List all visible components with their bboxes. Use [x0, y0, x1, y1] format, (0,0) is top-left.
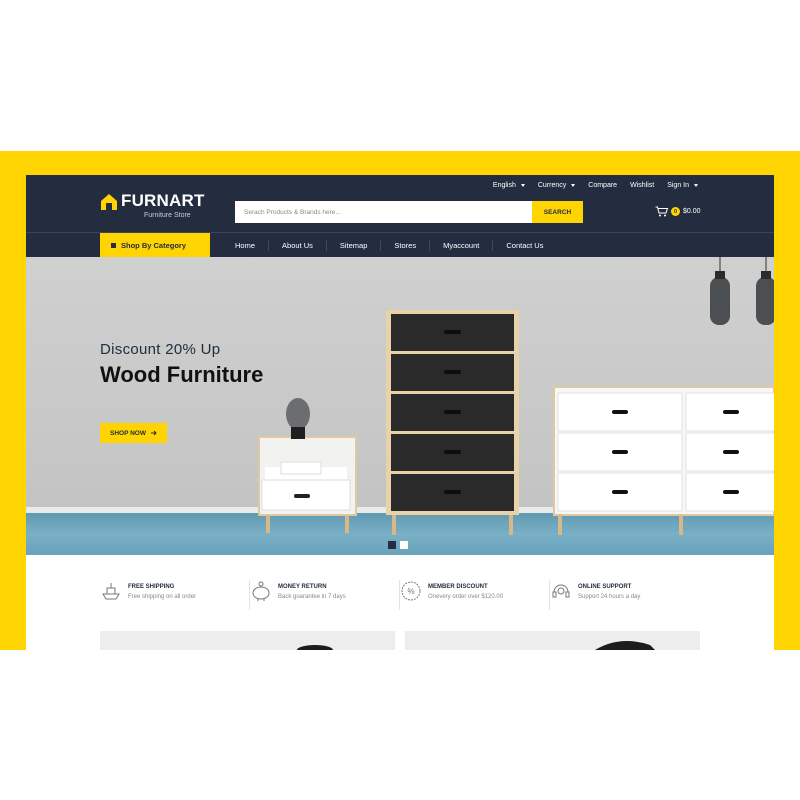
language-label: English: [492, 182, 516, 189]
feature-desc: Free shipping on all order: [128, 594, 197, 600]
search-bar: SEARCH: [235, 201, 583, 223]
cart-total: $0.00: [683, 208, 701, 215]
sign-in-label: Sign In: [667, 182, 689, 189]
search-button[interactable]: SEARCH: [532, 201, 583, 223]
logo[interactable]: FURNART: [100, 192, 205, 211]
feature-desc: Onevery order over $120.00: [428, 594, 504, 600]
hero-title: Wood Furniture: [100, 362, 264, 387]
shop-now-button[interactable]: SHOP NOW: [100, 423, 167, 443]
brand-tagline: Furniture Store: [144, 212, 191, 219]
chevron-down-icon: [694, 184, 698, 187]
features-bar: FREE SHIPPING Free shipping on all order…: [100, 580, 700, 610]
feature-title: FREE SHIPPING: [128, 584, 175, 590]
slider-dot-1[interactable]: [388, 541, 396, 549]
slider-dot-2[interactable]: [400, 541, 408, 549]
arrow-right-icon: [151, 430, 157, 436]
hero-subtitle: Discount 20% Up: [100, 341, 221, 358]
ship-icon: [102, 583, 120, 600]
promo-banner-left[interactable]: [100, 631, 395, 650]
cart-button[interactable]: 0 $0.00: [655, 206, 701, 217]
nav-item-home[interactable]: Home: [222, 240, 270, 251]
feature-title: MONEY RETURN: [278, 584, 327, 590]
nav-item-stores[interactable]: Stores: [381, 240, 431, 251]
hero-furniture-image: [258, 257, 774, 535]
feature-desc: Back guarantee in 7 days: [278, 594, 346, 600]
category-label: Shop By Category: [121, 241, 187, 250]
stool-image: [297, 645, 333, 650]
feature-free-shipping: FREE SHIPPING Free shipping on all order: [100, 580, 250, 610]
header: FURNART Furniture Store English Currency…: [26, 175, 774, 232]
house-logo-icon: [101, 194, 117, 210]
wishlist-link[interactable]: Wishlist: [630, 182, 654, 189]
site-preview: FURNART Furniture Store English Currency…: [26, 175, 774, 650]
compare-label: Compare: [588, 182, 618, 189]
feature-title: MEMBER DISCOUNT: [428, 584, 488, 590]
nav-item-sitemap[interactable]: Sitemap: [327, 240, 382, 251]
shopping-cart-icon: [655, 206, 668, 217]
language-selector[interactable]: English: [493, 182, 525, 189]
top-links: English Currency Compare Wishlist Sign I…: [493, 182, 698, 189]
sign-in-menu[interactable]: Sign In: [667, 182, 698, 189]
main-nav: Shop By Category Home About Us Sitemap S…: [26, 232, 774, 258]
feature-member-discount: % MEMBER DISCOUNT Onevery order over $12…: [400, 580, 550, 610]
feature-money-return: MONEY RETURN Back guarantee in 7 days: [250, 580, 400, 610]
slider-dots: [388, 541, 408, 549]
wishlist-label: Wishlist: [630, 182, 655, 189]
search-input[interactable]: [235, 201, 532, 223]
currency-selector[interactable]: Currency: [537, 182, 576, 189]
nav-item-contact-us[interactable]: Contact Us: [493, 240, 556, 251]
cart-count-badge: 0: [671, 207, 680, 216]
feature-desc: Support 24 hours a day: [578, 594, 641, 600]
menu-square-icon: [111, 243, 116, 248]
nav-item-about-us[interactable]: About Us: [269, 240, 327, 251]
chevron-down-icon: [571, 184, 576, 187]
nav-item-myaccount[interactable]: Myaccount: [430, 240, 494, 251]
headset-icon: [552, 584, 570, 598]
chevron-down-icon: [520, 184, 525, 187]
nav-items: Home About Us Sitemap Stores Myaccount C…: [222, 233, 556, 258]
feature-online-support: ONLINE SUPPORT Support 24 hours a day: [550, 580, 700, 610]
compare-link[interactable]: Compare: [588, 182, 617, 189]
hero-banner: Discount 20% Up Wood Furniture SHOP NOW: [26, 257, 774, 555]
brand-name: FURNART: [121, 191, 205, 210]
piggy-bank-icon: [252, 581, 270, 601]
svg-text:%: %: [407, 587, 414, 596]
currency-label: Currency: [537, 182, 567, 189]
shop-by-category-button[interactable]: Shop By Category: [100, 233, 210, 258]
discount-badge-icon: %: [401, 581, 421, 601]
feature-title: ONLINE SUPPORT: [578, 584, 632, 590]
chair-image: [595, 641, 655, 650]
shop-now-label: SHOP NOW: [110, 429, 146, 437]
promo-banner-right[interactable]: [405, 631, 700, 650]
